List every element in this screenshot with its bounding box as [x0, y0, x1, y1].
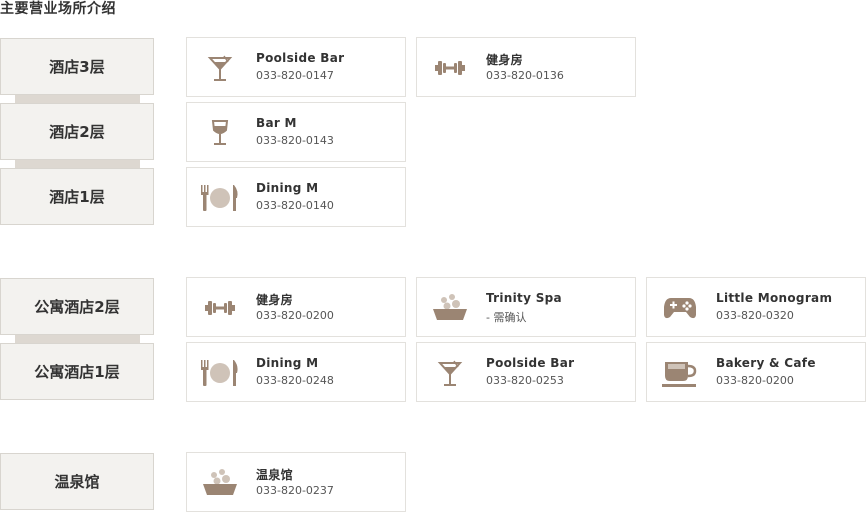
gamepad-icon	[657, 290, 703, 326]
venue-name: Poolside Bar	[256, 51, 345, 65]
venue-card-fitness[interactable]: 健身房 033-820-0136	[416, 37, 636, 97]
floor-connector	[15, 95, 140, 103]
venue-name: Dining M	[256, 356, 319, 370]
floor-tab-hotel-2f[interactable]: 酒店2层	[0, 103, 154, 160]
venue-phone: 033-820-0253	[486, 374, 564, 387]
venue-phone: 033-820-0237	[256, 484, 334, 497]
venue-name: 健身房	[256, 293, 293, 307]
floor-connector	[15, 160, 140, 168]
spa-bowl-icon	[197, 465, 243, 501]
coffee-cup-icon	[657, 355, 703, 391]
floor-label: 酒店1层	[49, 188, 105, 206]
floor-label: 酒店2层	[49, 123, 105, 141]
venue-card-poolside-bar[interactable]: Poolside Bar 033-820-0253	[416, 342, 636, 402]
venue-phone: 033-820-0248	[256, 374, 334, 387]
venue-phone: 033-820-0200	[716, 374, 794, 387]
floor-tab-hotel-1f[interactable]: 酒店1层	[0, 168, 154, 225]
floor-label: 公寓酒店2层	[34, 298, 120, 316]
venue-phone: - 需确认	[486, 311, 527, 324]
page-title: 主要营业场所介绍	[0, 1, 116, 17]
floor-label: 公寓酒店1层	[34, 363, 120, 381]
venue-name: Dining M	[256, 181, 319, 195]
venue-phone: 033-820-0143	[256, 134, 334, 147]
venue-card-bakery-cafe[interactable]: Bakery & Cafe 033-820-0200	[646, 342, 866, 402]
venue-card-fitness[interactable]: 健身房 033-820-0200	[186, 277, 406, 337]
wine-glass-icon	[197, 115, 243, 151]
dumbbell-icon	[427, 50, 473, 86]
floor-label: 酒店3层	[49, 58, 105, 76]
venue-phone: 033-820-0200	[256, 309, 334, 322]
venue-card-hot-spring[interactable]: 温泉馆 033-820-0237	[186, 452, 406, 512]
floor-tab-residence-2f[interactable]: 公寓酒店2层	[0, 278, 154, 335]
venue-card-dining-m[interactable]: Dining M 033-820-0248	[186, 342, 406, 402]
dumbbell-icon	[197, 290, 243, 326]
spa-bowl-icon	[427, 290, 473, 326]
venue-name: Bakery & Cafe	[716, 356, 816, 370]
dining-icon	[197, 180, 243, 216]
venue-card-dining-m[interactable]: Dining M 033-820-0140	[186, 167, 406, 227]
floor-connector	[15, 335, 140, 343]
floor-tab-residence-1f[interactable]: 公寓酒店1层	[0, 343, 154, 400]
venue-card-poolside-bar[interactable]: Poolside Bar 033-820-0147	[186, 37, 406, 97]
venue-phone: 033-820-0140	[256, 199, 334, 212]
venue-name: Trinity Spa	[486, 291, 562, 305]
venue-card-little-monogram[interactable]: Little Monogram 033-820-0320	[646, 277, 866, 337]
venue-card-trinity-spa[interactable]: Trinity Spa - 需确认	[416, 277, 636, 337]
venue-name: 温泉馆	[256, 468, 293, 482]
venue-name: Bar M	[256, 116, 297, 130]
floor-label: 温泉馆	[54, 473, 100, 491]
floor-tab-hotel-3f[interactable]: 酒店3层	[0, 38, 154, 95]
venue-phone: 033-820-0136	[486, 69, 564, 82]
floor-tab-hot-spring[interactable]: 温泉馆	[0, 453, 154, 510]
cocktail-icon	[427, 355, 473, 391]
venue-phone: 033-820-0147	[256, 69, 334, 82]
venue-name: Poolside Bar	[486, 356, 575, 370]
cocktail-icon	[197, 50, 243, 86]
venue-phone: 033-820-0320	[716, 309, 794, 322]
venue-card-bar-m[interactable]: Bar M 033-820-0143	[186, 102, 406, 162]
venue-name: Little Monogram	[716, 291, 833, 305]
dining-icon	[197, 355, 243, 391]
venue-name: 健身房	[486, 53, 523, 67]
